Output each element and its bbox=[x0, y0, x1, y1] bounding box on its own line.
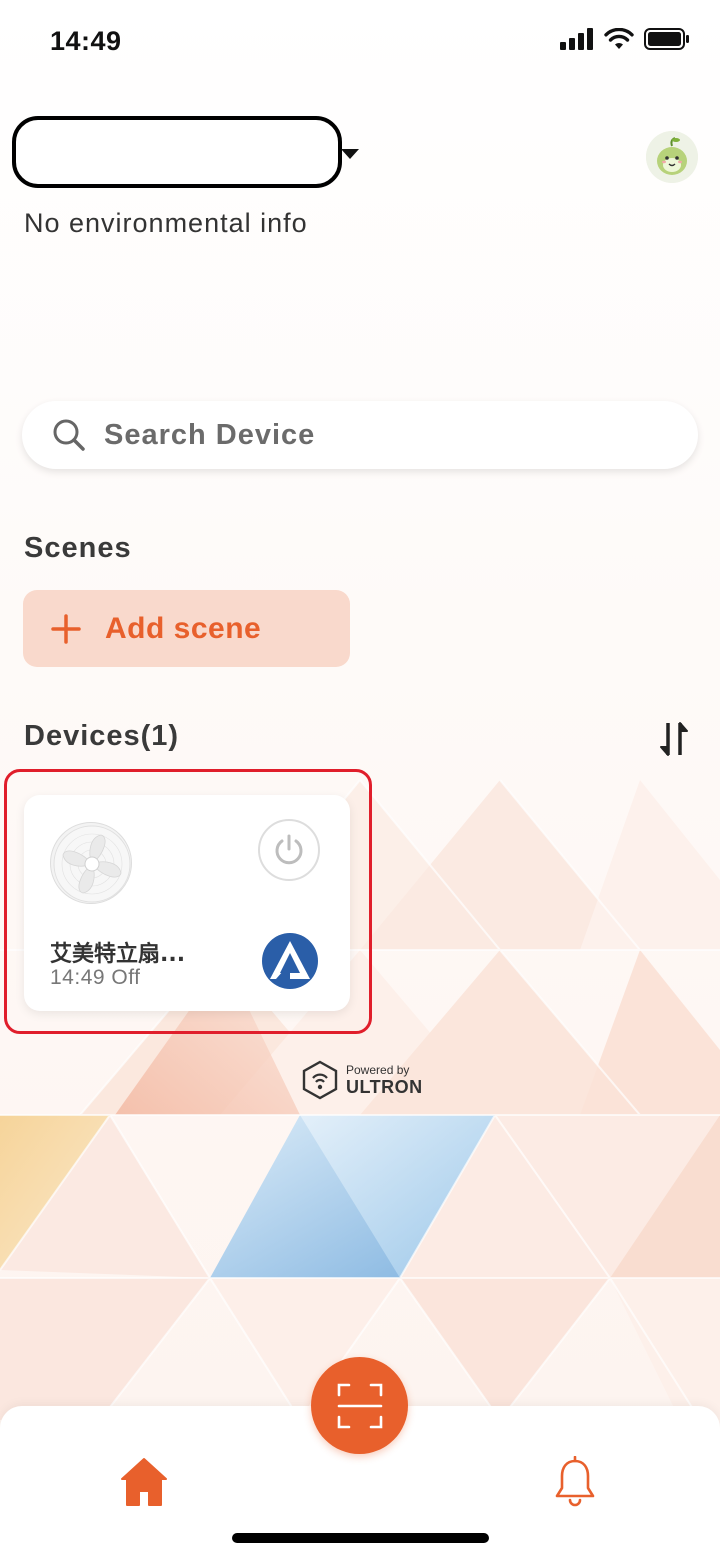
brand-logo-icon bbox=[262, 933, 318, 989]
avatar-mascot-icon bbox=[646, 131, 698, 183]
scenes-title: Scenes bbox=[24, 532, 132, 564]
add-scene-label: Add scene bbox=[105, 611, 262, 645]
powered-by-logo: Powered by ULTRON bbox=[302, 1060, 423, 1100]
avatar[interactable] bbox=[646, 131, 698, 183]
battery-icon bbox=[644, 28, 689, 50]
status-icons bbox=[560, 28, 690, 50]
cellular-signal-icon bbox=[560, 28, 593, 50]
power-button[interactable] bbox=[258, 819, 320, 881]
add-scene-button[interactable]: Add scene bbox=[23, 590, 350, 667]
search-placeholder: Search Device bbox=[104, 418, 316, 451]
bell-icon[interactable] bbox=[553, 1456, 597, 1508]
scan-button[interactable] bbox=[311, 1357, 408, 1454]
plus-icon bbox=[51, 613, 81, 644]
sort-icon[interactable] bbox=[658, 721, 690, 757]
wifi-icon bbox=[604, 28, 634, 49]
status-time: 14:49 bbox=[50, 26, 122, 56]
devices-title: Devices(1) bbox=[24, 720, 180, 752]
powered-by-brand: ULTRON bbox=[346, 1077, 423, 1097]
scan-icon bbox=[337, 1383, 382, 1428]
fan-device-icon bbox=[50, 822, 132, 904]
home-icon[interactable] bbox=[120, 1457, 168, 1507]
home-indicator bbox=[232, 1533, 489, 1543]
power-icon bbox=[275, 834, 303, 865]
device-status: 14:49 Off bbox=[50, 966, 141, 989]
device-card[interactable]: 艾美特立扇... 14:49 Off bbox=[24, 795, 350, 1011]
powered-by-label: Powered by bbox=[346, 1063, 410, 1077]
environment-info: No environmental info bbox=[24, 208, 308, 238]
chevron-down-icon[interactable] bbox=[341, 149, 359, 159]
device-name: 艾美特立扇... bbox=[50, 942, 186, 967]
ultron-logo-icon bbox=[302, 1060, 338, 1100]
search-icon bbox=[53, 419, 85, 451]
search-device-input[interactable]: Search Device bbox=[22, 401, 698, 469]
home-selector[interactable] bbox=[12, 116, 342, 188]
